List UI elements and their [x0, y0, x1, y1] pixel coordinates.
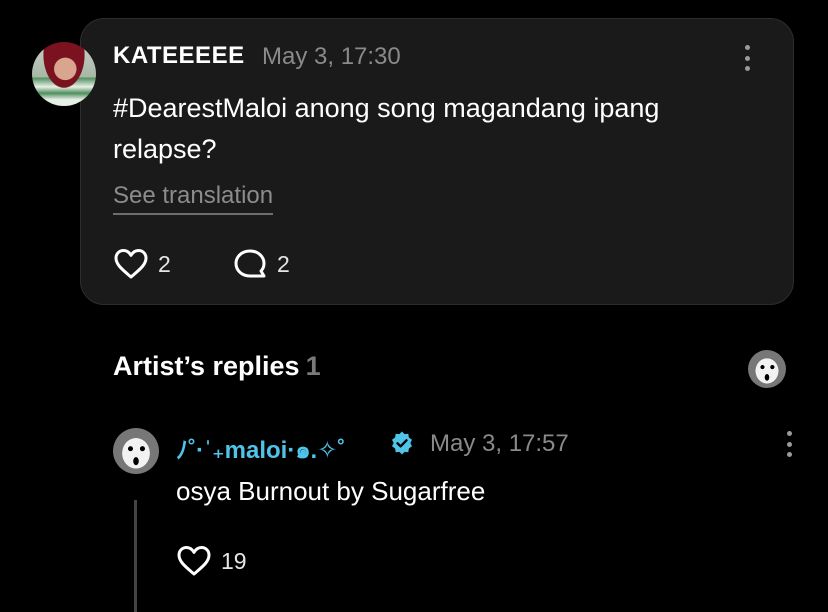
thread-line	[134, 500, 137, 612]
post-like-button[interactable]: 2	[114, 248, 171, 280]
post-author-name[interactable]: KATEEEEE	[113, 42, 245, 70]
post-comment-button[interactable]: 2	[233, 248, 290, 280]
reply-like-button[interactable]: 19	[177, 545, 247, 577]
artist-replies-heading: Artist’s replies 1	[113, 351, 321, 382]
verified-badge-icon	[392, 431, 412, 455]
reply-text: osya Burnout by Sugarfree	[176, 476, 486, 506]
post-timestamp: May 3, 17:30	[262, 43, 401, 70]
heart-icon	[114, 249, 148, 279]
reply-author-name[interactable]: ﾉ˚·ˈ₊maloi·๑.✧˚	[176, 430, 345, 469]
artist-replies-count: 1	[305, 351, 321, 381]
post-comment-count: 2	[277, 250, 290, 277]
see-translation-link[interactable]: See translation	[113, 182, 274, 215]
heart-icon	[177, 546, 211, 576]
post-text: #DearestMaloi anong song magandang ipang…	[113, 93, 660, 164]
post-like-count: 2	[158, 250, 171, 277]
reply-author-avatar[interactable]	[113, 428, 159, 474]
artist-replies-title: Artist’s replies	[113, 351, 300, 381]
comment-bubble-icon	[234, 249, 266, 278]
reply-timestamp: May 3, 17:57	[430, 430, 569, 457]
more-vertical-icon[interactable]	[742, 45, 752, 71]
artist-avatar-thumbnail[interactable]	[748, 350, 786, 388]
reply-like-count: 19	[221, 547, 247, 574]
post-author-avatar[interactable]	[32, 42, 96, 106]
more-vertical-icon[interactable]	[784, 431, 794, 457]
